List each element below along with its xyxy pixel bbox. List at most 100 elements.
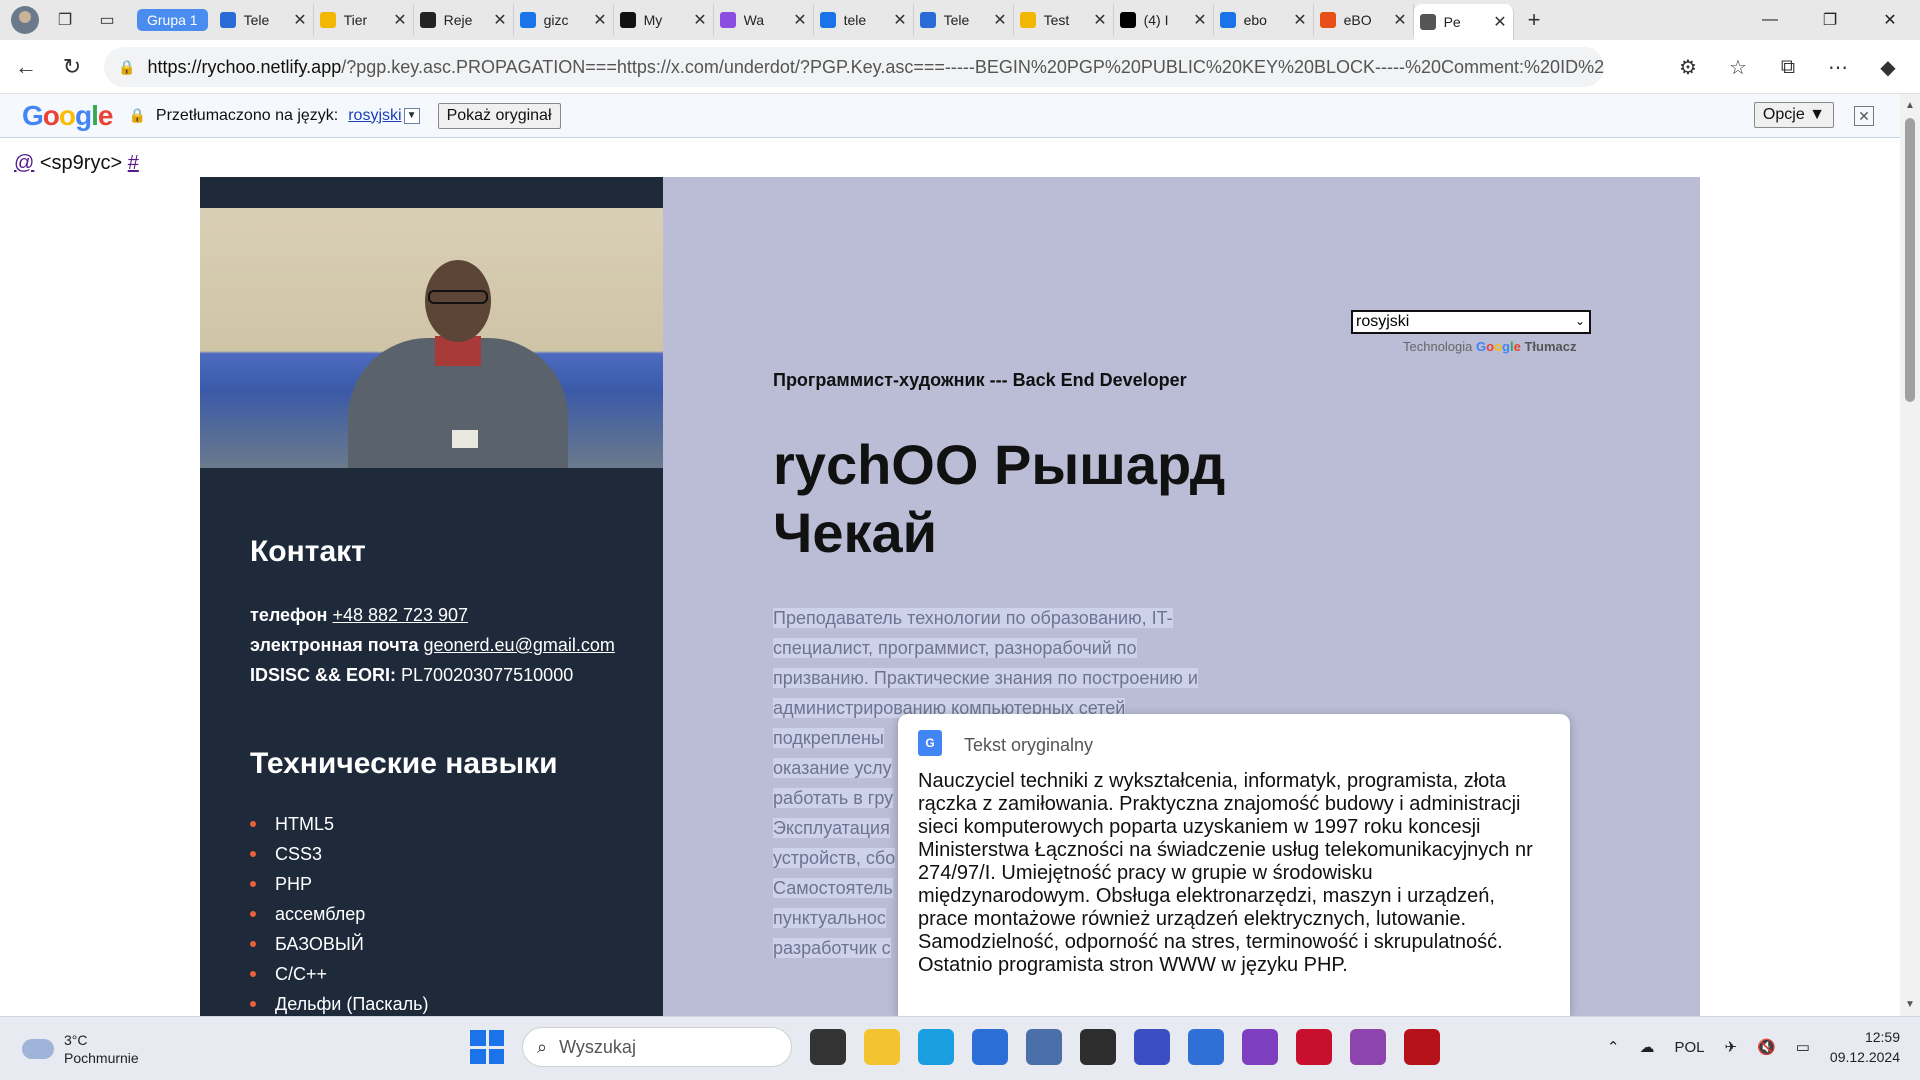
mute-icon[interactable]: 🔇	[1757, 1038, 1776, 1056]
onedrive-icon[interactable]: ☁	[1639, 1038, 1654, 1056]
lock-icon[interactable]: 🔒	[118, 59, 135, 76]
minimize-button[interactable]: —	[1740, 0, 1800, 40]
at-link[interactable]: @	[14, 152, 34, 174]
close-translate-icon[interactable]: ✕	[1854, 106, 1874, 126]
terminal-icon[interactable]	[1080, 1029, 1116, 1065]
system-tray: ⌃ ☁ POL ✈ 🔇 ▭ 12:59 09.12.2024	[1607, 1027, 1900, 1067]
back-icon[interactable]: ←	[6, 47, 46, 87]
browser-tab[interactable]: Pe ✕	[1413, 4, 1514, 40]
new-tab-button[interactable]: +	[1528, 7, 1541, 33]
browser-tab[interactable]: ebo ✕	[1214, 4, 1314, 36]
restore-button[interactable]: ❐	[1800, 0, 1860, 40]
vertical-scrollbar[interactable]: ▲ ▼	[1900, 94, 1920, 1016]
browser-tab[interactable]: Test ✕	[1014, 4, 1114, 36]
start-button[interactable]	[470, 1030, 504, 1064]
task-view-icon[interactable]	[810, 1029, 846, 1065]
browser-tab[interactable]: Tele ✕	[214, 4, 314, 36]
browser-tab[interactable]: eBO ✕	[1314, 4, 1414, 36]
email-link[interactable]: geonerd.eu@gmail.com	[423, 635, 614, 655]
show-original-button[interactable]: Pokaż oryginał	[437, 102, 561, 129]
translate-link[interactable]: Tłumacz	[1524, 339, 1576, 354]
close-tab-icon[interactable]: ✕	[793, 10, 806, 30]
windows-taskbar: 3°C Pochmurnie ⌕ Wyszukaj ⌃ ☁ POL ✈ 🔇 ▭ …	[0, 1016, 1920, 1080]
person-name: rychOO Рышард Чекай	[773, 433, 1226, 564]
close-tab-icon[interactable]: ✕	[293, 10, 306, 30]
close-tab-icon[interactable]: ✕	[593, 10, 606, 30]
url-field[interactable]: 🔒 https://rychoo.netlify.app/?pgp.key.as…	[104, 47, 1604, 87]
wa-icon	[719, 12, 736, 28]
browser-tab[interactable]: tele ✕	[814, 4, 914, 36]
network-icon[interactable]	[1026, 1029, 1062, 1065]
taskbar-search[interactable]: ⌕ Wyszukaj	[522, 1027, 792, 1067]
hash-link[interactable]: #	[128, 152, 139, 174]
browser-tab[interactable]: Tele ✕	[914, 4, 1014, 36]
scroll-up-icon[interactable]: ▲	[1905, 100, 1915, 111]
more-icon[interactable]: ⋯	[1822, 49, 1854, 85]
ebook-icon	[1319, 12, 1336, 28]
battery-icon[interactable]: ▭	[1796, 1038, 1810, 1056]
browser-tab[interactable]: Tier ✕	[314, 4, 414, 36]
close-tab-icon[interactable]: ✕	[893, 10, 906, 30]
language-dropdown-icon[interactable]: ▼	[403, 107, 420, 124]
input-language[interactable]: POL	[1674, 1039, 1704, 1056]
extensions-icon[interactable]: ⚙	[1672, 49, 1704, 85]
close-tab-icon[interactable]: ✕	[993, 10, 1006, 30]
weather-widget[interactable]: 3°C Pochmurnie	[22, 1031, 139, 1067]
favorites-icon[interactable]: ☆	[1722, 49, 1754, 85]
translated-label: Przetłumaczono na język:	[155, 106, 339, 124]
airplane-icon[interactable]: ✈	[1724, 1038, 1737, 1056]
a-app-icon[interactable]	[1188, 1029, 1224, 1065]
tor-icon[interactable]	[1242, 1029, 1278, 1065]
tab-actions-icon[interactable]: ▭	[91, 4, 123, 36]
d-app-icon[interactable]	[1404, 1029, 1440, 1065]
github-icon[interactable]	[1350, 1029, 1386, 1065]
browser-tab[interactable]: My ✕	[614, 4, 714, 36]
close-tab-icon[interactable]: ✕	[693, 10, 706, 30]
browser-tab[interactable]: Reje ✕	[414, 4, 514, 36]
weather-desc: Pochmurnie	[64, 1050, 139, 1066]
scroll-down-icon[interactable]: ▼	[1905, 999, 1915, 1010]
close-window-button[interactable]: ✕	[1860, 0, 1920, 40]
chevron-up-icon[interactable]: ⌃	[1607, 1038, 1620, 1056]
options-button[interactable]: Opcje ▼	[1753, 102, 1834, 128]
red-app-icon[interactable]	[1296, 1029, 1332, 1065]
original-text-popup: G Tekst oryginalny Nauczyciel techniki z…	[898, 714, 1570, 1016]
refresh-icon[interactable]: ↻	[52, 47, 92, 87]
x-icon	[1119, 12, 1136, 28]
workspaces-icon[interactable]: ❐	[49, 4, 81, 36]
browser-tab[interactable]: gizc ✕	[514, 4, 614, 36]
tab-group-label[interactable]: Grupa 1	[137, 9, 208, 31]
description-line: Эксплуатация	[773, 818, 890, 838]
scroll-thumb[interactable]	[1905, 118, 1915, 402]
id-label: IDSISC && EORI:	[250, 665, 397, 685]
language-select[interactable]: rosyjski ⌄	[1351, 310, 1591, 334]
close-tab-icon[interactable]: ✕	[493, 10, 506, 30]
copilot-icon[interactable]: ◆	[1872, 49, 1904, 85]
file-explorer-icon[interactable]	[864, 1029, 900, 1065]
translate-language-link[interactable]: rosyjski	[348, 107, 401, 125]
profile-avatar[interactable]	[11, 6, 39, 34]
url-host: https://rychoo.netlify.app	[147, 56, 342, 77]
close-tab-icon[interactable]: ✕	[1293, 10, 1306, 30]
store-icon[interactable]	[972, 1029, 1008, 1065]
profile-photo	[200, 208, 663, 468]
search-icon: ⌕	[537, 1036, 548, 1057]
phone-label: телефон	[250, 605, 328, 625]
save-disk-icon[interactable]	[1134, 1029, 1170, 1065]
close-tab-icon[interactable]: ✕	[1393, 10, 1406, 30]
clock[interactable]: 12:59 09.12.2024	[1830, 1027, 1900, 1067]
search-icon	[819, 12, 836, 28]
id-value: PL700203077510000	[401, 665, 574, 685]
browser-tab[interactable]: Wa ✕	[714, 4, 814, 36]
collections-icon[interactable]: ⧉	[1772, 49, 1804, 85]
phone-link[interactable]: +48 882 723 907	[332, 605, 468, 625]
close-tab-icon[interactable]: ✕	[1093, 10, 1106, 30]
close-tab-icon[interactable]: ✕	[1493, 12, 1506, 32]
tab-label: My	[643, 12, 663, 28]
browser-tab[interactable]: (4) I ✕	[1114, 4, 1214, 36]
close-tab-icon[interactable]: ✕	[1193, 10, 1206, 30]
edge-icon[interactable]	[918, 1029, 954, 1065]
contact-heading: Контакт	[250, 535, 366, 568]
close-tab-icon[interactable]: ✕	[393, 10, 406, 30]
email-label: электронная почта	[250, 635, 419, 655]
